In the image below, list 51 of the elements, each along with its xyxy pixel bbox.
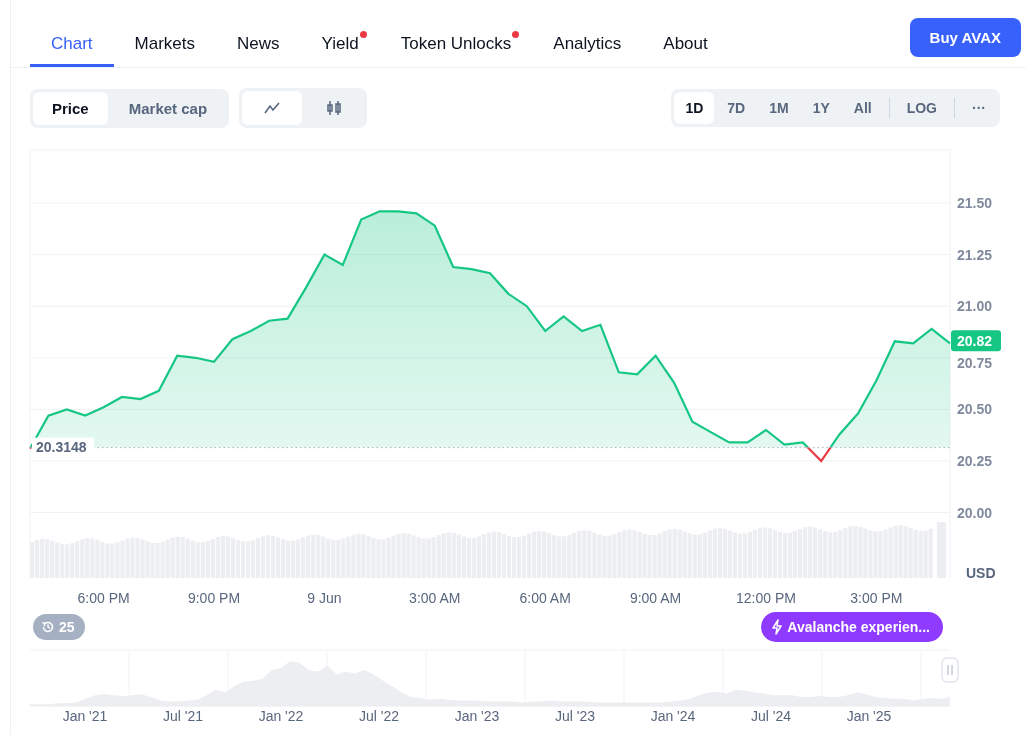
lightning-icon [771, 619, 784, 635]
y-axis-label: 21.50 [957, 195, 993, 212]
timeline-label: Jan '24 [650, 708, 696, 724]
x-axis-label: 6:00 PM [77, 590, 130, 606]
current-price-tag: 20.82 [951, 330, 1001, 352]
y-axis-unit: USD [966, 565, 996, 581]
timeline-label: Jan '21 [62, 708, 108, 724]
buy-button[interactable]: Buy AVAX [909, 18, 1021, 57]
x-axis-label: 9:00 AM [629, 590, 682, 606]
y-axis-label: 20.00 [957, 504, 993, 521]
y-axis-label: 20.50 [957, 401, 993, 418]
timeline-label: Jul '21 [163, 708, 203, 724]
metric-tab[interactable]: Market cap [109, 91, 227, 125]
x-axis-label: 12:00 PM [736, 590, 796, 606]
more-button[interactable]: ··· [961, 92, 997, 124]
x-axis-label: 3:00 PM [850, 590, 903, 606]
nav-tab[interactable]: Markets [113, 34, 217, 67]
y-axis-label: 21.25 [957, 246, 993, 263]
y-axis-label: 20.75 [957, 354, 993, 371]
metric-tab[interactable]: Price [33, 91, 108, 125]
candlestick-icon [326, 100, 343, 116]
nav-tab[interactable]: Token Unlocks [379, 34, 533, 67]
x-axis-label: 9:00 PM [187, 590, 241, 606]
chart-style-tab[interactable] [242, 91, 303, 125]
range-tab[interactable]: 1D [674, 92, 715, 124]
nav-tab[interactable]: Chart [30, 34, 114, 67]
line-chart-icon [264, 102, 281, 114]
y-axis-label: 21.00 [957, 298, 993, 315]
timeline-label: Jan '25 [846, 708, 892, 724]
timeline-label: Jan '23 [454, 708, 500, 724]
nav-tab[interactable]: News [216, 34, 301, 67]
timeline-label: Jul '23 [555, 708, 595, 724]
timeline-label: Jan '22 [258, 708, 304, 724]
promo-pill[interactable]: Avalanche experien... [761, 612, 943, 642]
range-tab[interactable]: 1Y [801, 92, 841, 124]
y-axis-label: 20.25 [957, 453, 993, 469]
x-axis-label: 9 Jun [307, 590, 342, 606]
range-tab[interactable]: 1M [758, 92, 800, 124]
range-tab[interactable]: 7D [716, 92, 757, 124]
x-axis-label: 3:00 AM [409, 590, 461, 606]
range-tab[interactable]: All [842, 92, 883, 124]
history-icon [41, 620, 55, 634]
navigator-handle[interactable] [941, 657, 959, 683]
timeline-label: Jul '24 [751, 708, 791, 724]
baseline-label: 20.3148 [36, 438, 87, 455]
nav-tab[interactable]: Analytics [532, 34, 643, 67]
x-axis-label: 6:00 AM [519, 590, 571, 606]
nav-tab[interactable]: Yield [300, 34, 380, 67]
timeline-label: Jul '22 [359, 708, 399, 724]
nav-tab[interactable]: About [642, 34, 729, 67]
log-button[interactable]: LOG [895, 92, 948, 124]
